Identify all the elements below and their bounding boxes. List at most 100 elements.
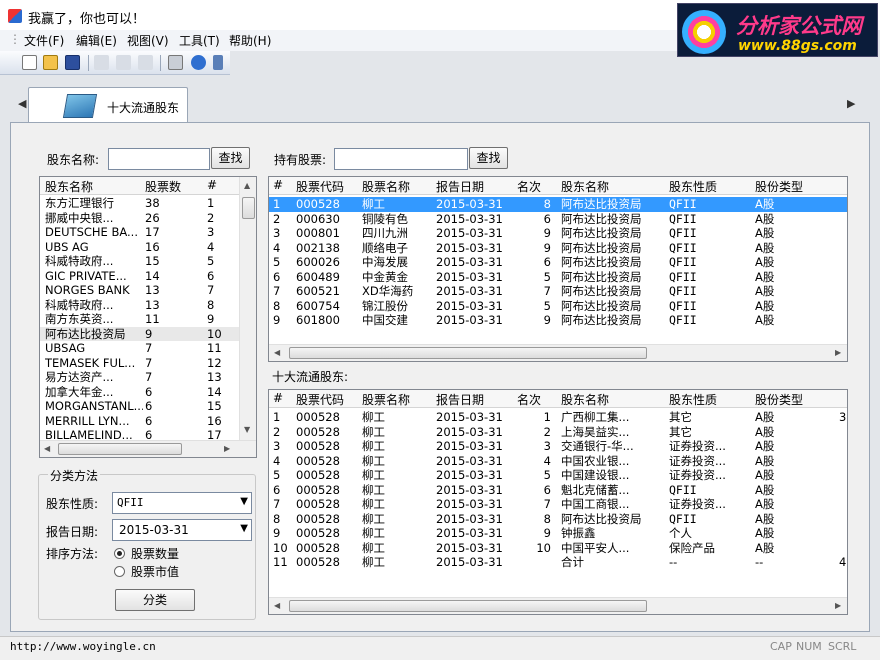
column-header[interactable]: 股票代码 bbox=[296, 391, 344, 408]
column-header[interactable]: 股东性质 bbox=[669, 178, 717, 195]
table-row[interactable]: 南方东英资... 11 9 bbox=[40, 312, 256, 327]
scroll-down-icon[interactable]: ▼ bbox=[244, 425, 250, 434]
sort-by-count-radio[interactable] bbox=[114, 548, 125, 559]
holder-search-input[interactable] bbox=[108, 148, 210, 170]
table-row[interactable]: MORGANSTANL... 6 15 bbox=[40, 399, 256, 414]
stock-search-input[interactable] bbox=[334, 148, 468, 170]
table-row[interactable]: 3 000801 四川九洲 2015-03-31 9 阿布达比投资局 QFII A股 bbox=[269, 226, 847, 241]
column-header[interactable]: # bbox=[273, 391, 283, 405]
table-row[interactable]: 8 600754 锦江股份 2015-03-31 5 阿布达比投资局 QFII A股 bbox=[269, 299, 847, 314]
column-header[interactable]: 股份类型 bbox=[755, 178, 803, 195]
scroll-left-icon[interactable]: ◀ bbox=[274, 601, 280, 610]
report-date-select[interactable]: 2015-03-31 ▼ bbox=[112, 519, 252, 541]
sort-by-value-label[interactable]: 股票市值 bbox=[131, 563, 179, 580]
table-row[interactable]: 科威特政府... 13 8 bbox=[40, 298, 256, 313]
classify-button[interactable]: 分类 bbox=[115, 589, 195, 611]
table-row[interactable]: UBS AG 16 4 bbox=[40, 240, 256, 255]
chevron-down-icon[interactable]: ▼ bbox=[240, 496, 248, 507]
table-row[interactable]: 9 601800 中国交建 2015-03-31 9 阿布达比投资局 QFII A股 bbox=[269, 313, 847, 328]
menu-edit[interactable]: 编辑(E) bbox=[76, 32, 117, 49]
holder-type-select[interactable]: QFII ▼ bbox=[112, 492, 252, 514]
column-header[interactable]: 报告日期 bbox=[436, 178, 484, 195]
column-header[interactable]: 股票名称 bbox=[362, 391, 410, 408]
table-row[interactable]: 2 000528 柳工 2015-03-31 2 上海昊益实... 其它 A股 bbox=[269, 425, 847, 440]
col-index[interactable]: # bbox=[207, 178, 217, 192]
scroll-right-icon[interactable]: ▶ bbox=[224, 444, 230, 453]
scroll-thumb[interactable] bbox=[58, 443, 182, 455]
column-header[interactable]: 名次 bbox=[517, 391, 541, 408]
scroll-left-icon[interactable]: ◀ bbox=[274, 348, 280, 357]
column-header[interactable]: 股东性质 bbox=[669, 391, 717, 408]
cut-icon[interactable] bbox=[94, 55, 109, 70]
holder-list-vscroll[interactable]: ▲ ▼ bbox=[239, 177, 256, 441]
copy-icon[interactable] bbox=[116, 55, 131, 70]
paste-icon[interactable] bbox=[138, 55, 153, 70]
table-row[interactable]: 4 002138 顺络电子 2015-03-31 9 阿布达比投资局 QFII A股 bbox=[269, 241, 847, 256]
table-row[interactable]: 8 000528 柳工 2015-03-31 8 阿布达比投资局 QFII A股 bbox=[269, 512, 847, 527]
menu-help[interactable]: 帮助(H) bbox=[229, 32, 271, 49]
open-folder-icon[interactable] bbox=[43, 55, 58, 70]
sort-by-value-radio[interactable] bbox=[114, 566, 125, 577]
help-icon[interactable] bbox=[191, 55, 206, 70]
table-row[interactable]: 挪威中央银... 26 2 bbox=[40, 211, 256, 226]
table-row[interactable]: 2 000630 铜陵有色 2015-03-31 6 阿布达比投资局 QFII A股 bbox=[269, 212, 847, 227]
table-row[interactable]: MERRILL LYN... 6 16 bbox=[40, 414, 256, 429]
table-row[interactable]: DEUTSCHE BA... 17 3 bbox=[40, 225, 256, 240]
new-file-icon[interactable] bbox=[22, 55, 37, 70]
save-icon[interactable] bbox=[65, 55, 80, 70]
held-stocks-hscroll[interactable]: ◀ ▶ bbox=[269, 344, 847, 361]
column-header[interactable]: 股东名称 bbox=[561, 391, 609, 408]
column-header[interactable]: 股票代码 bbox=[296, 178, 344, 195]
top10-hscroll[interactable]: ◀ ▶ bbox=[269, 597, 847, 614]
menu-view[interactable]: 视图(V) bbox=[127, 32, 169, 49]
column-header[interactable]: 名次 bbox=[517, 178, 541, 195]
table-row[interactable]: 5 600026 中海发展 2015-03-31 6 阿布达比投资局 QFII A股 bbox=[269, 255, 847, 270]
menu-file[interactable]: 文件(F) bbox=[24, 32, 64, 49]
holder-list-hscroll[interactable]: ◀ ▶ bbox=[40, 440, 256, 457]
scroll-right-icon[interactable]: ▶ bbox=[835, 601, 841, 610]
table-row[interactable]: UBSAG 7 11 bbox=[40, 341, 256, 356]
menu-tools[interactable]: 工具(T) bbox=[179, 32, 220, 49]
col-stock-count[interactable]: 股票数 bbox=[145, 178, 181, 195]
column-header[interactable]: 股份类型 bbox=[755, 391, 803, 408]
table-row[interactable]: 1 000528 柳工 2015-03-31 8 阿布达比投资局 QFII A股 bbox=[269, 197, 847, 212]
table-row[interactable]: 4 000528 柳工 2015-03-31 4 中国农业银... 证券投资... A股 bbox=[269, 454, 847, 469]
table-row[interactable]: 11 000528 柳工 2015-03-31 合计 -- -- 4 bbox=[269, 555, 847, 570]
chevron-down-icon[interactable]: ▼ bbox=[240, 523, 248, 534]
sort-by-count-label[interactable]: 股票数量 bbox=[131, 545, 179, 562]
column-header[interactable]: 报告日期 bbox=[436, 391, 484, 408]
scroll-right-icon[interactable]: ▶ bbox=[835, 348, 841, 357]
table-row[interactable]: 科威特政府... 15 5 bbox=[40, 254, 256, 269]
table-row[interactable]: 7 600521 XD华海药 2015-03-31 7 阿布达比投资局 QFII A股 bbox=[269, 284, 847, 299]
column-header[interactable]: # bbox=[273, 178, 283, 192]
table-row[interactable]: 10 000528 柳工 2015-03-31 10 中国平安人... 保险产品 A股 bbox=[269, 541, 847, 556]
table-row[interactable]: 1 000528 柳工 2015-03-31 1 广西柳工集... 其它 A股 3 bbox=[269, 410, 847, 425]
column-header[interactable]: 股票名称 bbox=[362, 178, 410, 195]
print-icon[interactable] bbox=[168, 55, 183, 70]
scroll-left-icon[interactable]: ◀ bbox=[44, 444, 50, 453]
scroll-up-icon[interactable]: ▲ bbox=[244, 181, 250, 190]
col-holder-name[interactable]: 股东名称 bbox=[45, 178, 93, 195]
table-row[interactable]: 东方汇理银行 38 1 bbox=[40, 196, 256, 211]
table-row[interactable]: 7 000528 柳工 2015-03-31 7 中国工商银... 证券投资... A股 bbox=[269, 497, 847, 512]
table-row[interactable]: 5 000528 柳工 2015-03-31 5 中国建设银... 证券投资... A股 bbox=[269, 468, 847, 483]
table-row[interactable]: NORGES BANK 13 7 bbox=[40, 283, 256, 298]
stock-search-button[interactable]: 查找 bbox=[469, 147, 508, 169]
table-row[interactable]: GIC PRIVATE... 14 6 bbox=[40, 269, 256, 284]
table-row[interactable]: TEMASEK FUL... 7 12 bbox=[40, 356, 256, 371]
scroll-thumb[interactable] bbox=[289, 347, 647, 359]
table-row[interactable]: 3 000528 柳工 2015-03-31 3 交通银行-华... 证券投资... A股 bbox=[269, 439, 847, 454]
table-row[interactable]: 9 000528 柳工 2015-03-31 9 钟振鑫 个人 A股 bbox=[269, 526, 847, 541]
table-row[interactable]: 易方达资产... 7 13 bbox=[40, 370, 256, 385]
column-header[interactable]: 股东名称 bbox=[561, 178, 609, 195]
table-row[interactable]: 加拿大年金... 6 14 bbox=[40, 385, 256, 400]
scroll-thumb[interactable] bbox=[289, 600, 647, 612]
table-row[interactable]: 6 600489 中金黄金 2015-03-31 5 阿布达比投资局 QFII A股 bbox=[269, 270, 847, 285]
tab-top10-holders[interactable]: 十大流通股东 bbox=[28, 87, 188, 124]
toolbar-overflow-icon[interactable] bbox=[213, 55, 223, 70]
tab-scroll-left-icon[interactable]: ◀ bbox=[18, 97, 26, 110]
table-row[interactable]: 阿布达比投资局 9 10 bbox=[40, 326, 256, 341]
table-row[interactable]: 6 000528 柳工 2015-03-31 6 魁北克储蓄... QFII A股 bbox=[269, 483, 847, 498]
tab-scroll-right-icon[interactable]: ▶ bbox=[847, 97, 855, 110]
holder-search-button[interactable]: 查找 bbox=[211, 147, 250, 169]
